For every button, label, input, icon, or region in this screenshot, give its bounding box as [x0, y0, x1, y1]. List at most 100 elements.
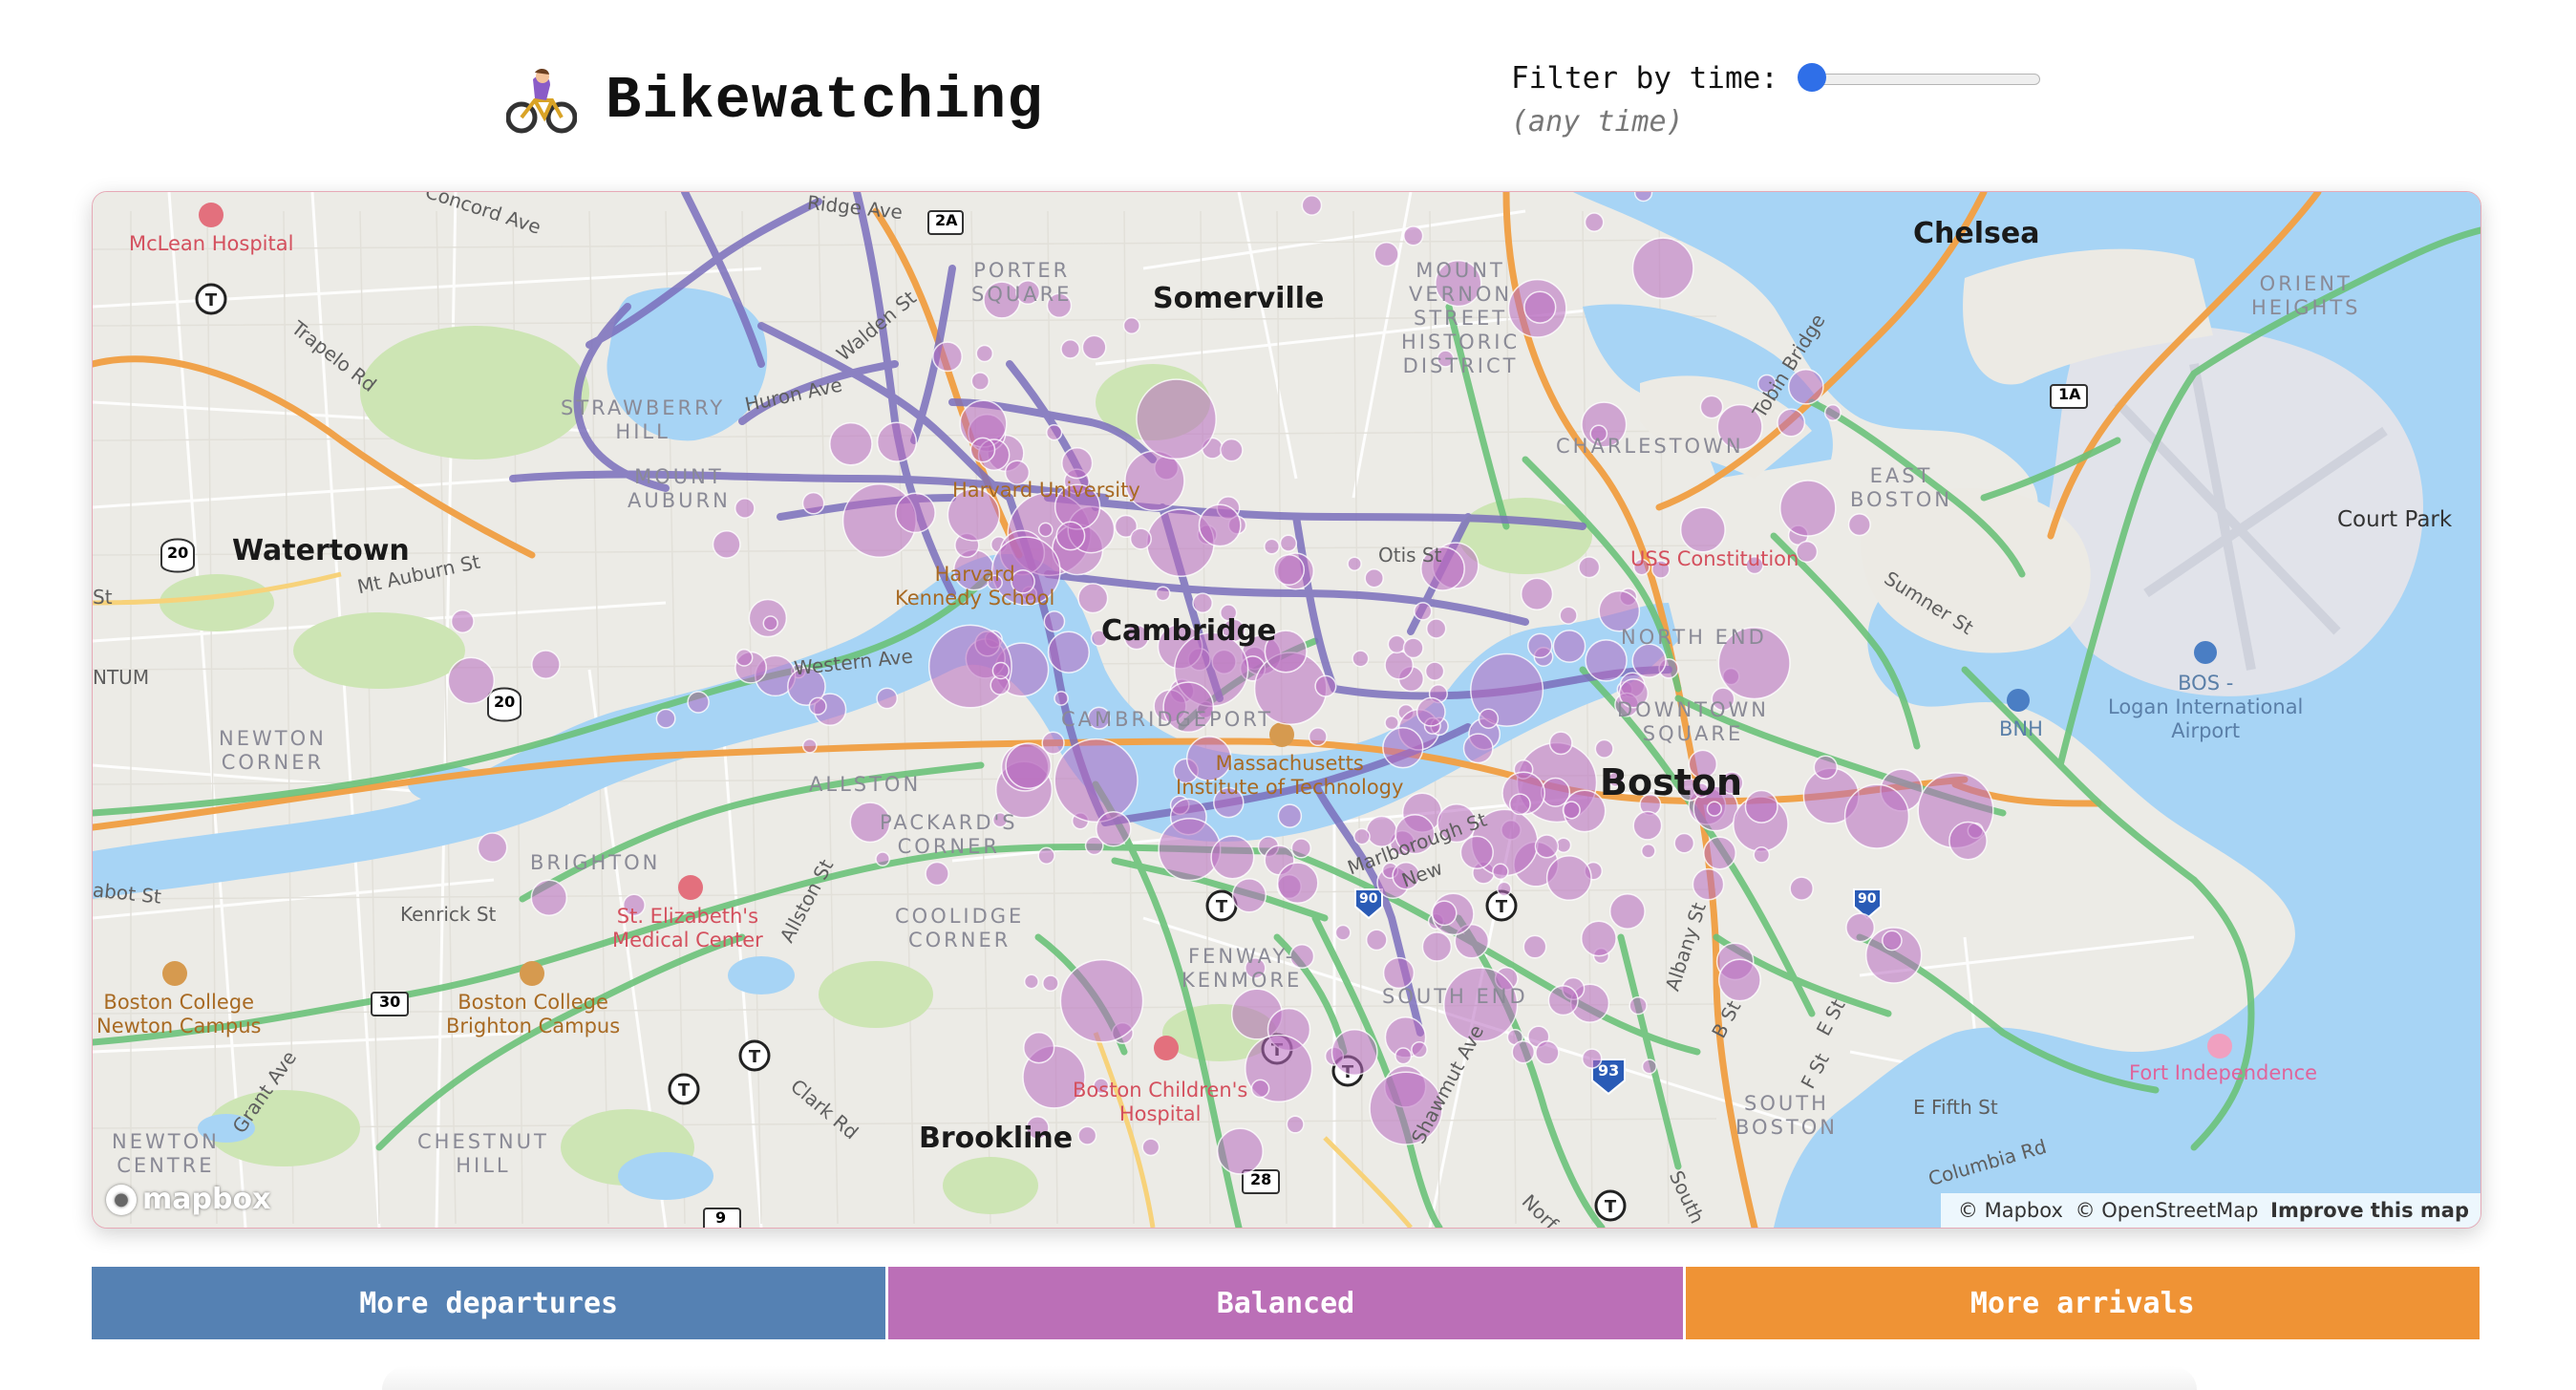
station-marker[interactable]	[1703, 836, 1736, 870]
station-marker[interactable]	[1308, 727, 1328, 747]
station-marker[interactable]	[1373, 241, 1399, 267]
station-marker[interactable]	[1277, 803, 1303, 828]
station-marker[interactable]	[932, 341, 963, 373]
station-marker[interactable]	[1081, 334, 1107, 360]
station-marker[interactable]	[1382, 956, 1416, 990]
station-marker[interactable]	[1054, 691, 1069, 706]
station-marker[interactable]	[1496, 881, 1512, 897]
station-marker[interactable]	[1425, 618, 1447, 639]
station-marker[interactable]	[1331, 1029, 1378, 1076]
station-marker[interactable]	[1847, 513, 1871, 537]
station-marker[interactable]	[1706, 801, 1723, 817]
station-marker[interactable]	[1198, 503, 1242, 547]
station-marker[interactable]	[1416, 696, 1446, 727]
station-marker[interactable]	[1632, 810, 1663, 841]
station-marker[interactable]	[1286, 1115, 1305, 1134]
station-marker[interactable]	[1043, 610, 1066, 632]
station-marker[interactable]	[734, 498, 756, 519]
station-marker[interactable]	[1511, 1039, 1536, 1064]
station-marker[interactable]	[1562, 801, 1581, 820]
station-marker[interactable]	[1478, 708, 1500, 729]
station-marker[interactable]	[1679, 506, 1726, 553]
station-marker[interactable]	[1059, 958, 1144, 1043]
station-marker[interactable]	[762, 615, 778, 631]
station-marker[interactable]	[1777, 408, 1806, 438]
station-marker[interactable]	[1508, 793, 1531, 816]
station-marker[interactable]	[1673, 832, 1695, 854]
map[interactable]: TTT TTT TT Chelsea Somerville Watertown	[92, 191, 2481, 1229]
station-marker[interactable]	[1520, 577, 1554, 610]
station-marker[interactable]	[734, 649, 754, 667]
station-marker[interactable]	[895, 492, 936, 534]
station-marker[interactable]	[1023, 1032, 1055, 1064]
attribution-mapbox-link[interactable]: © Mapbox	[1958, 1199, 2063, 1222]
station-marker[interactable]	[1779, 480, 1837, 537]
station-marker[interactable]	[1042, 974, 1059, 993]
station-marker[interactable]	[1136, 378, 1217, 460]
station-marker[interactable]	[531, 650, 561, 679]
station-marker[interactable]	[1459, 835, 1494, 869]
station-marker[interactable]	[1813, 755, 1839, 780]
station-marker[interactable]	[1005, 742, 1053, 789]
station-marker[interactable]	[1492, 863, 1509, 881]
station-marker[interactable]	[1882, 930, 1903, 952]
station-marker[interactable]	[450, 609, 475, 633]
station-marker[interactable]	[969, 437, 996, 463]
station-marker[interactable]	[1421, 931, 1453, 962]
station-marker[interactable]	[876, 687, 899, 710]
station-marker[interactable]	[1522, 934, 1547, 959]
station-marker[interactable]	[1364, 567, 1384, 588]
station-marker[interactable]	[1845, 912, 1876, 943]
station-marker[interactable]	[1403, 225, 1424, 246]
station-marker[interactable]	[1527, 632, 1553, 659]
station-marker[interactable]	[1431, 900, 1458, 927]
station-marker[interactable]	[1220, 438, 1244, 462]
station-marker[interactable]	[1231, 878, 1267, 913]
station-marker[interactable]	[1210, 835, 1255, 880]
station-marker[interactable]	[801, 738, 818, 754]
station-marker[interactable]	[687, 691, 710, 714]
station-marker[interactable]	[1692, 867, 1725, 901]
station-marker[interactable]	[991, 661, 1011, 680]
station-marker[interactable]	[970, 372, 990, 391]
station-marker[interactable]	[1158, 818, 1222, 882]
station-marker[interactable]	[1629, 996, 1648, 1016]
station-marker[interactable]	[1046, 424, 1063, 441]
station-marker[interactable]	[975, 344, 994, 363]
station-marker[interactable]	[1054, 738, 1139, 823]
station-marker[interactable]	[1535, 1040, 1560, 1065]
station-marker[interactable]	[1216, 1127, 1264, 1175]
station-marker[interactable]	[1096, 811, 1132, 847]
station-marker[interactable]	[1301, 195, 1323, 216]
station-marker[interactable]	[1122, 316, 1140, 334]
station-marker[interactable]	[1552, 630, 1586, 663]
station-marker[interactable]	[1290, 838, 1311, 859]
station-marker[interactable]	[530, 879, 568, 916]
mapbox-logo[interactable]: ● mapbox	[106, 1183, 270, 1216]
station-marker[interactable]	[1717, 958, 1761, 1002]
attribution-osm-link[interactable]: © OpenStreetMap	[2076, 1199, 2259, 1222]
station-marker[interactable]	[1789, 876, 1814, 901]
station-marker[interactable]	[1631, 237, 1694, 300]
station-marker[interactable]	[876, 421, 918, 462]
station-marker[interactable]	[1129, 527, 1152, 550]
station-marker[interactable]	[1387, 634, 1407, 654]
station-marker[interactable]	[1273, 554, 1306, 586]
station-marker[interactable]	[1353, 827, 1371, 845]
station-marker[interactable]	[1047, 631, 1091, 674]
slider-track[interactable]	[1800, 74, 2040, 85]
station-marker[interactable]	[829, 421, 873, 466]
station-marker[interactable]	[1578, 556, 1601, 579]
station-marker[interactable]	[808, 696, 827, 716]
station-marker[interactable]	[1584, 212, 1605, 232]
station-marker[interactable]	[925, 861, 949, 887]
station-marker[interactable]	[1424, 661, 1445, 681]
station-marker[interactable]	[1394, 1047, 1413, 1065]
station-marker[interactable]	[1413, 602, 1433, 621]
station-marker[interactable]	[712, 529, 741, 559]
station-marker[interactable]	[477, 832, 508, 863]
station-marker[interactable]	[1384, 715, 1399, 731]
station-marker[interactable]	[1077, 583, 1109, 614]
station-marker[interactable]	[1365, 929, 1388, 952]
station-marker[interactable]	[1060, 339, 1080, 359]
